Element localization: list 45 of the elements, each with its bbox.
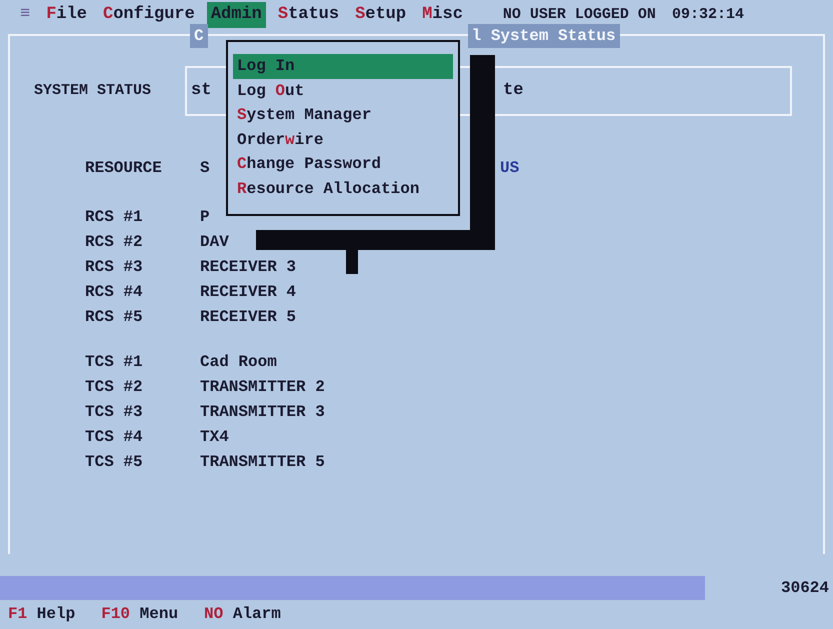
resource-value: DAV xyxy=(200,232,229,252)
function-key-hint[interactable]: F10 Menu xyxy=(101,602,178,626)
function-key-hint[interactable]: NO Alarm xyxy=(204,602,281,626)
function-key-hint[interactable]: F1 Help xyxy=(8,602,76,626)
resource-name: RCS #5 xyxy=(84,306,144,328)
window-title: C xyxy=(190,24,208,48)
resource-name: RCS #1 xyxy=(84,206,144,228)
menu-item[interactable]: File xyxy=(42,2,92,28)
dropdown-item[interactable]: Log In xyxy=(233,54,453,78)
resource-name: RCS #2 xyxy=(84,232,144,252)
field-label: SYSTEM STATUS xyxy=(33,80,152,101)
counter: 30624 xyxy=(780,578,830,599)
menu-item[interactable]: Misc xyxy=(418,2,467,28)
column-header: S xyxy=(200,158,211,179)
resource-name: TCS #5 xyxy=(84,452,144,472)
resource-name: TCS #2 xyxy=(84,376,144,398)
resource-value: TX4 xyxy=(200,426,229,448)
resource-value: TRANSMITTER 3 xyxy=(200,402,325,422)
resource-value: TRANSMITTER 5 xyxy=(200,452,325,472)
dropdown-item[interactable]: Resource Allocation xyxy=(233,176,453,201)
status-value: st xyxy=(191,80,212,102)
resource-value: RECEIVER 3 xyxy=(200,256,296,278)
resource-value: RECEIVER 4 xyxy=(200,282,296,302)
resource-name: RCS #4 xyxy=(84,282,144,302)
menu-item[interactable]: Status xyxy=(274,2,344,28)
resource-value: Cad Room xyxy=(200,352,277,372)
status-value: te xyxy=(503,80,524,102)
resource-name: TCS #3 xyxy=(84,402,144,422)
dropdown-item[interactable]: Log Out xyxy=(233,78,453,103)
resource-value: TRANSMITTER 2 xyxy=(200,376,325,398)
resource-name: TCS #1 xyxy=(84,352,144,372)
dropdown-item[interactable]: Change Password xyxy=(233,152,453,176)
login-status: NO USER LOGGED ON xyxy=(502,4,656,25)
resource-name: RCS #3 xyxy=(84,256,144,278)
clock: 09:32:14 xyxy=(672,4,744,25)
resource-name: TCS #4 xyxy=(84,426,144,448)
window-title: l System Status xyxy=(468,24,620,48)
column-header: RESOURCE xyxy=(84,158,163,179)
dropdown-item[interactable]: Orderwire xyxy=(233,128,453,152)
column-header: US xyxy=(500,158,520,179)
menu-item[interactable]: Setup xyxy=(351,2,410,28)
dropdown-item[interactable]: System Manager xyxy=(233,103,453,128)
resource-value: P xyxy=(200,206,210,228)
resource-value: RECEIVER 5 xyxy=(200,306,296,328)
menu-item[interactable]: Admin xyxy=(206,2,266,28)
